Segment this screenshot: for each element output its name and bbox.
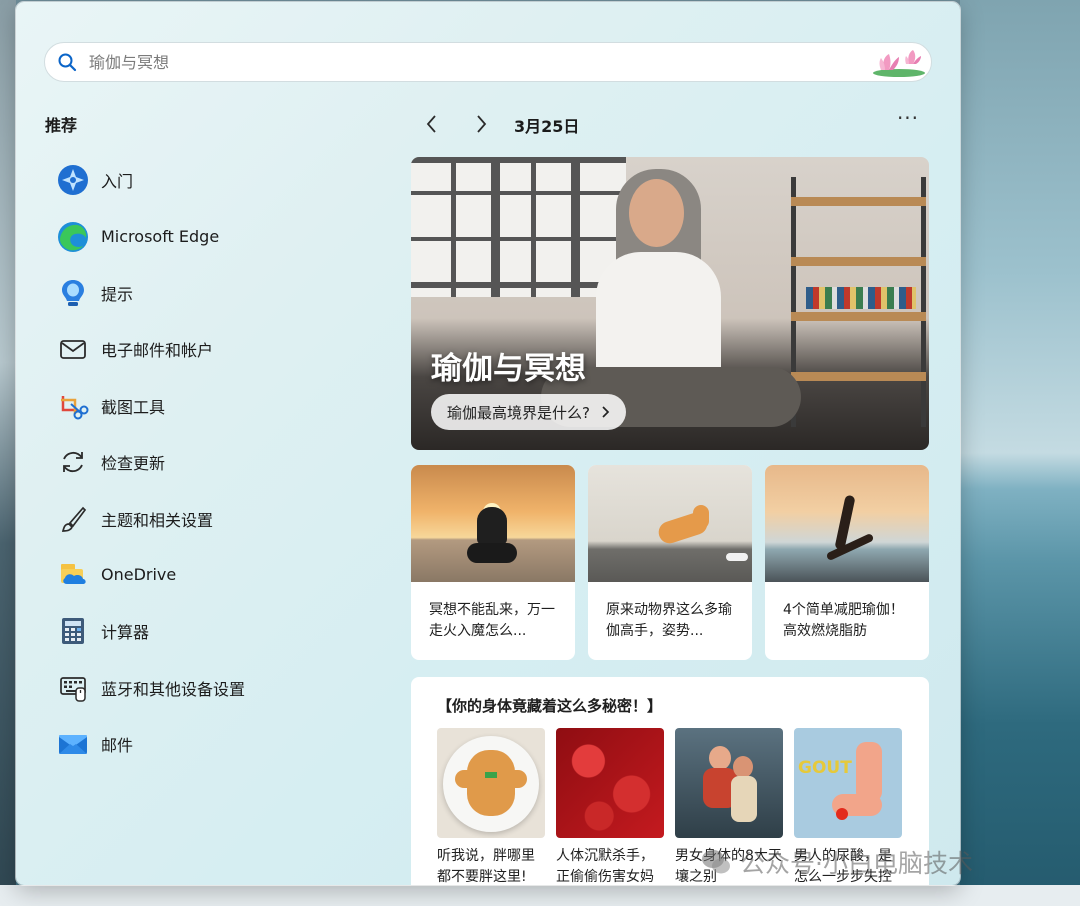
next-day-button[interactable] bbox=[467, 110, 495, 138]
quiz-image-gout-foot: GOUT bbox=[794, 728, 902, 838]
card-text: 原来动物界这么多瑜伽高手，姿势... bbox=[606, 602, 732, 639]
hero-books bbox=[806, 287, 916, 309]
quiz-image-blood-cells bbox=[556, 728, 664, 838]
desktop-background-left bbox=[0, 0, 16, 906]
app-item-label: 截图工具 bbox=[101, 397, 166, 417]
mail-icon bbox=[56, 727, 90, 761]
previous-day-button[interactable] bbox=[418, 110, 446, 138]
article-card[interactable]: 原来动物界这么多瑜伽高手，姿势... bbox=[588, 465, 752, 660]
start-menu-panel: 推荐 入门 Microsoft Edge 提示 电子邮件和帐户 bbox=[16, 2, 960, 885]
recommended-app-list: 入门 Microsoft Edge 提示 电子邮件和帐户 截图工具 检查更新 主… bbox=[54, 152, 394, 772]
app-item-microsoft-edge[interactable]: Microsoft Edge bbox=[54, 208, 394, 264]
card-image-beach-yoga bbox=[765, 465, 929, 582]
app-item-label: 计算器 bbox=[101, 623, 150, 643]
app-item-label: 蓝牙和其他设备设置 bbox=[101, 679, 246, 699]
taskbar bbox=[0, 885, 1080, 906]
desktop-background-right bbox=[960, 0, 1080, 906]
check-updates-icon bbox=[56, 445, 90, 479]
feed-date: 3月25日 bbox=[514, 117, 580, 136]
app-item-onedrive[interactable]: OneDrive bbox=[54, 547, 394, 603]
app-item-label: 提示 bbox=[101, 284, 134, 304]
search-box[interactable] bbox=[44, 42, 932, 82]
app-item-check-updates[interactable]: 检查更新 bbox=[54, 434, 394, 490]
chevron-right-icon bbox=[602, 406, 610, 418]
email-accounts-icon bbox=[56, 332, 90, 366]
card-text: 冥想不能乱来，万一走火入魔怎么... bbox=[429, 602, 555, 639]
quiz-item[interactable]: 人体沉默杀手，正偷偷伤害女妈 bbox=[556, 728, 664, 885]
app-item-snipping-tool[interactable]: 截图工具 bbox=[54, 378, 394, 434]
card-image-cat-stretching bbox=[588, 465, 752, 582]
get-started-icon bbox=[56, 163, 90, 197]
article-card[interactable]: 冥想不能乱来，万一走火入魔怎么... bbox=[411, 465, 575, 660]
app-item-label: 入门 bbox=[101, 172, 134, 192]
app-item-tips[interactable]: 提示 bbox=[54, 265, 394, 321]
hero-card[interactable]: 瑜伽与冥想 瑜伽最高境界是什么? bbox=[411, 157, 929, 450]
hero-cta-label: 瑜伽最高境界是什么? bbox=[447, 403, 590, 422]
hero-cta-button[interactable]: 瑜伽最高境界是什么? bbox=[431, 394, 626, 430]
quiz-item-text: 人体沉默杀手，正偷偷伤害女妈 bbox=[556, 848, 654, 885]
app-item-calculator[interactable]: 计算器 bbox=[54, 603, 394, 659]
app-item-email-accounts[interactable]: 电子邮件和帐户 bbox=[54, 321, 394, 377]
app-item-label: OneDrive bbox=[101, 565, 177, 585]
themes-brush-icon bbox=[56, 502, 90, 536]
chevron-right-icon bbox=[477, 115, 487, 133]
wechat-logo-icon bbox=[702, 850, 730, 874]
hero-window-image bbox=[411, 157, 626, 297]
calculator-icon bbox=[56, 614, 90, 648]
app-item-label: 电子邮件和帐户 bbox=[101, 341, 214, 361]
app-item-bluetooth-settings[interactable]: 蓝牙和其他设备设置 bbox=[54, 660, 394, 716]
app-item-label: 邮件 bbox=[101, 736, 134, 756]
edge-icon bbox=[56, 220, 90, 254]
lotus-search-highlight-icon[interactable] bbox=[867, 42, 931, 82]
snipping-tool-icon bbox=[56, 389, 90, 423]
watermark-text: 公众号·小白电脑技术 bbox=[740, 849, 973, 878]
recommended-title: 推荐 bbox=[45, 116, 78, 135]
onedrive-icon bbox=[56, 558, 90, 592]
article-card[interactable]: 4个简单减肥瑜伽！高效燃烧脂肪 bbox=[765, 465, 929, 660]
app-item-mail[interactable]: 邮件 bbox=[54, 716, 394, 772]
bluetooth-devices-icon bbox=[56, 671, 90, 705]
quiz-image-gingerbread bbox=[437, 728, 545, 838]
tips-icon bbox=[56, 276, 90, 310]
search-icon bbox=[45, 42, 89, 82]
card-text: 4个简单减肥瑜伽！高效燃烧脂肪 bbox=[783, 602, 904, 639]
card-image-sunset-meditation bbox=[411, 465, 575, 582]
hero-title: 瑜伽与冥想 bbox=[431, 351, 586, 387]
app-item-label: Microsoft Edge bbox=[101, 227, 220, 247]
quiz-item-text: 听我说，胖哪里都不要胖这里! bbox=[437, 848, 535, 885]
app-item-themes-settings[interactable]: 主题和相关设置 bbox=[54, 490, 394, 546]
quiz-item[interactable]: 听我说，胖哪里都不要胖这里! bbox=[437, 728, 545, 885]
gout-label: GOUT bbox=[798, 758, 852, 778]
app-item-label: 检查更新 bbox=[101, 454, 166, 474]
search-input[interactable] bbox=[89, 43, 867, 81]
quiz-image-couple bbox=[675, 728, 783, 838]
app-item-get-started[interactable]: 入门 bbox=[54, 152, 394, 208]
app-item-label: 主题和相关设置 bbox=[101, 510, 214, 530]
chevron-left-icon bbox=[426, 115, 436, 133]
more-options-button[interactable]: ··· bbox=[894, 108, 922, 136]
watermark: 公众号·小白电脑技术 bbox=[700, 844, 973, 880]
quiz-title: 【你的身体竟藏着这么多秘密！】 bbox=[437, 697, 663, 715]
